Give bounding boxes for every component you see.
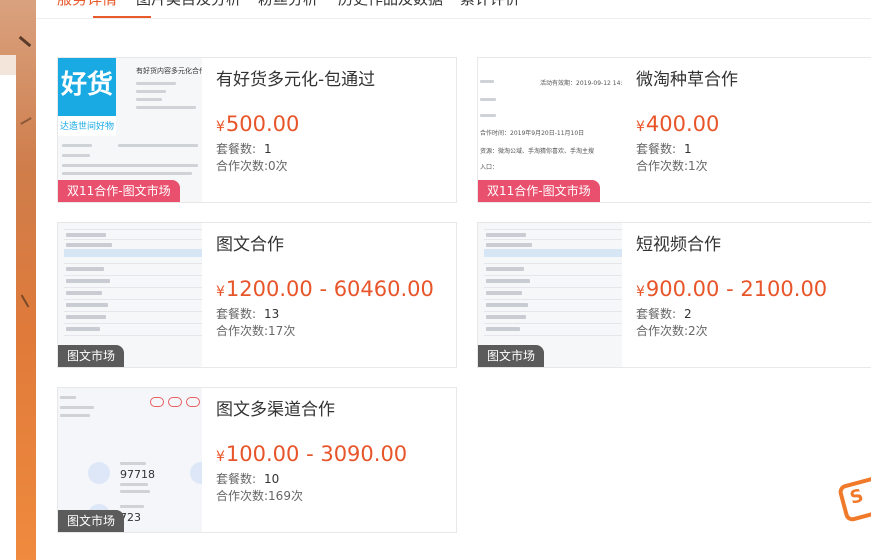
package-count: 套餐数: 13: [216, 307, 280, 321]
haohuo-logo: 好货: [58, 58, 116, 116]
service-thumbnail: 图文市场: [58, 223, 202, 367]
market-badge: 图文市场: [478, 345, 545, 367]
service-title[interactable]: 图文合作: [216, 233, 448, 257]
cooperation-count: 合作次数:1次: [636, 159, 708, 173]
tab-fans-analysis[interactable]: 粉丝分析: [258, 0, 318, 9]
campaign-badge: 双11合作-图文市场: [58, 180, 180, 202]
service-card[interactable]: 活动有效期：2019-09-12 14:2 合作时间：2019年9月20日-11…: [477, 57, 871, 203]
sogou-icon[interactable]: S: [836, 474, 871, 524]
detail-tabs: 服务详情 图片类目及分析 粉丝分析 历史作品及数据 累计评价: [36, 0, 871, 19]
left-decorative-banner: [0, 0, 36, 560]
tab-reviews[interactable]: 累计评价: [460, 0, 520, 9]
cooperation-count: 合作次数:0次: [216, 159, 288, 173]
service-card[interactable]: 好货 达造世间好物 有好货内容多元化合作 双11合作-图文市场 有好货多元化-包…: [57, 57, 457, 203]
tab-category-analysis[interactable]: 图片类目及分析: [136, 0, 241, 9]
service-title[interactable]: 图文多渠道合作: [216, 398, 448, 422]
service-price: ¥500.00: [216, 112, 300, 136]
service-card[interactable]: 97718 723 图文市场 图文多渠道合作 ¥100.00 - 3090.00…: [57, 387, 457, 533]
service-thumbnail: 图文市场: [478, 223, 622, 367]
service-card[interactable]: 图文市场 短视频合作 ¥900.00 - 2100.00 套餐数: 2 合作次数:…: [477, 222, 871, 368]
service-title[interactable]: 有好货多元化-包通过: [216, 68, 448, 92]
service-title[interactable]: 微淘种草合作: [636, 68, 868, 92]
cooperation-count: 合作次数:17次: [216, 324, 296, 338]
service-price: ¥400.00: [636, 112, 720, 136]
market-badge: 图文市场: [58, 345, 125, 367]
cooperation-count: 合作次数:2次: [636, 324, 708, 338]
service-thumbnail: 97718 723 图文市场: [58, 388, 202, 532]
service-price: ¥1200.00 - 60460.00: [216, 277, 434, 301]
service-price: ¥100.00 - 3090.00: [216, 442, 408, 466]
service-thumbnail: 好货 达造世间好物 有好货内容多元化合作 双11合作-图文市场: [58, 58, 202, 202]
tab-history-works[interactable]: 历史作品及数据: [338, 0, 443, 9]
service-title[interactable]: 短视频合作: [636, 233, 868, 257]
active-tab-indicator: [93, 16, 151, 18]
tab-service-details[interactable]: 服务详情: [57, 0, 117, 9]
package-count: 套餐数: 2: [636, 307, 692, 321]
cooperation-count: 合作次数:169次: [216, 489, 303, 503]
service-price: ¥900.00 - 2100.00: [636, 277, 828, 301]
package-count: 套餐数: 1: [216, 142, 272, 156]
user-icon: [88, 462, 110, 484]
market-badge: 图文市场: [58, 510, 125, 532]
package-count: 套餐数: 10: [216, 472, 280, 486]
service-card[interactable]: 图文市场 图文合作 ¥1200.00 - 60460.00 套餐数: 13 合作次…: [57, 222, 457, 368]
service-thumbnail: 活动有效期：2019-09-12 14:2 合作时间：2019年9月20日-11…: [478, 58, 622, 202]
campaign-badge: 双11合作-图文市场: [478, 180, 600, 202]
package-count: 套餐数: 1: [636, 142, 692, 156]
